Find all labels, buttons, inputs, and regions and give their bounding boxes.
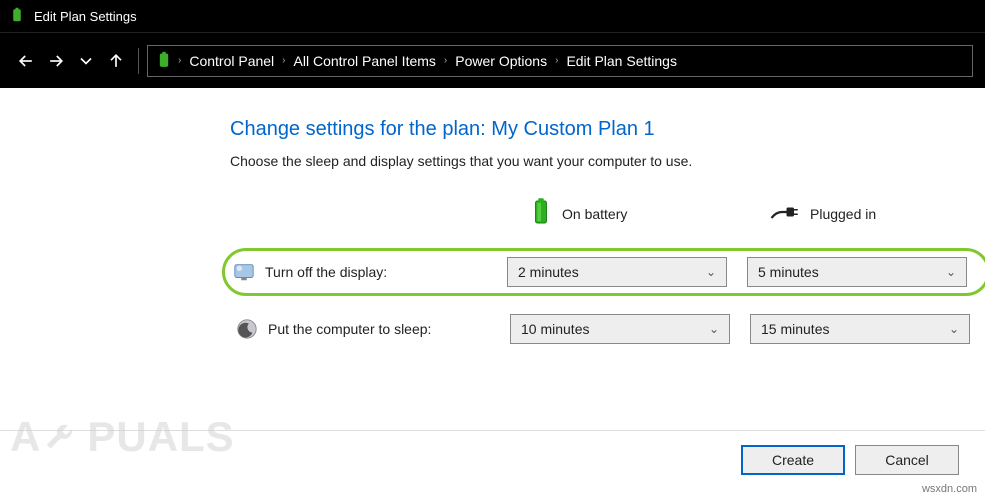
display-battery-value: 2 minutes (518, 264, 579, 280)
settings-grid: On battery Plugged in Turn off the displ… (230, 197, 945, 344)
footer-buttons: Create Cancel (741, 445, 959, 475)
cancel-button[interactable]: Cancel (855, 445, 959, 475)
column-header-plugged: Plugged in (750, 201, 985, 226)
watermark-right: PUALS (87, 413, 234, 461)
row-sleep-label: Put the computer to sleep: (230, 318, 510, 340)
chevron-down-icon: ⌄ (706, 265, 716, 279)
sleep-plugged-dropdown[interactable]: 15 minutes ⌄ (750, 314, 970, 344)
titlebar: Edit Plan Settings (0, 0, 985, 32)
chevron-right-icon: › (444, 55, 447, 66)
breadcrumb-control-panel[interactable]: Control Panel (185, 51, 278, 71)
content-area: Change settings for the plan: My Custom … (0, 88, 985, 364)
breadcrumb-all-items[interactable]: All Control Panel Items (290, 51, 440, 71)
chevron-right-icon: › (555, 55, 558, 66)
toolbar: › Control Panel › All Control Panel Item… (0, 32, 985, 88)
sleep-label-text: Put the computer to sleep: (268, 321, 431, 337)
plan-name: My Custom Plan 1 (491, 118, 654, 140)
column-plugged-label: Plugged in (810, 206, 876, 222)
heading-prefix: Change settings for the plan: (230, 118, 491, 140)
page-subheading: Choose the sleep and display settings th… (230, 153, 945, 169)
recent-dropdown[interactable] (72, 41, 100, 81)
chevron-down-icon: ⌄ (949, 322, 959, 336)
highlight-box: Turn off the display: 2 minutes ⌄ 5 minu… (222, 248, 985, 296)
page-heading: Change settings for the plan: My Custom … (230, 118, 945, 141)
address-icon (154, 51, 174, 71)
row-display-label: Turn off the display: (227, 261, 507, 283)
forward-button[interactable] (42, 41, 70, 81)
window-title: Edit Plan Settings (34, 9, 137, 24)
app-icon (8, 7, 26, 25)
sleep-icon (236, 318, 258, 340)
display-plugged-dropdown[interactable]: 5 minutes ⌄ (747, 257, 967, 287)
chevron-right-icon: › (178, 55, 181, 66)
wrench-icon (41, 414, 87, 460)
address-bar[interactable]: › Control Panel › All Control Panel Item… (147, 45, 973, 77)
battery-icon (530, 197, 552, 230)
create-button[interactable]: Create (741, 445, 845, 475)
plug-icon (770, 201, 800, 226)
display-icon (233, 261, 255, 283)
watermark-left: A (10, 413, 41, 461)
display-battery-dropdown[interactable]: 2 minutes ⌄ (507, 257, 727, 287)
watermark-logo: A PUALS (10, 413, 235, 461)
column-battery-label: On battery (562, 206, 627, 222)
sleep-plugged-value: 15 minutes (761, 321, 829, 337)
create-label: Create (772, 452, 814, 468)
back-button[interactable] (12, 41, 40, 81)
chevron-right-icon: › (282, 55, 285, 66)
display-plugged-value: 5 minutes (758, 264, 819, 280)
breadcrumb-power-options[interactable]: Power Options (451, 51, 551, 71)
toolbar-separator (138, 48, 139, 74)
chevron-down-icon: ⌄ (946, 265, 956, 279)
breadcrumb-edit-plan[interactable]: Edit Plan Settings (562, 51, 681, 71)
up-button[interactable] (102, 41, 130, 81)
sleep-battery-value: 10 minutes (521, 321, 589, 337)
watermark-site: wsxdn.com (922, 483, 977, 495)
column-header-battery: On battery (510, 197, 750, 230)
chevron-down-icon: ⌄ (709, 322, 719, 336)
cancel-label: Cancel (885, 452, 929, 468)
display-label-text: Turn off the display: (265, 264, 387, 280)
sleep-battery-dropdown[interactable]: 10 minutes ⌄ (510, 314, 730, 344)
